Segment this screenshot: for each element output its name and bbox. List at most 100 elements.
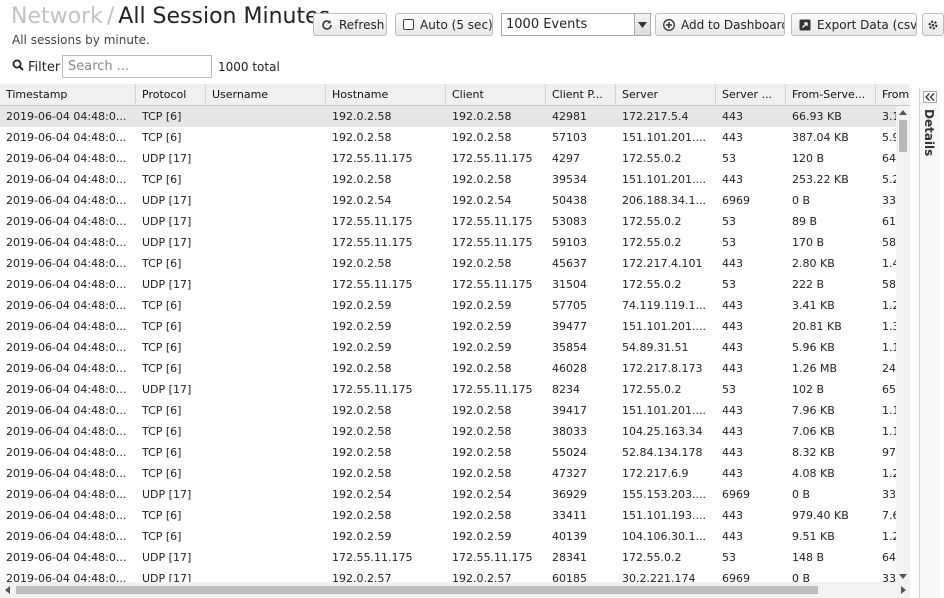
table-row[interactable]: 2019-06-04 04:48:0... UDP [17] 192.0.2.54 1… <box>0 484 910 505</box>
table-row[interactable]: 2019-06-04 04:48:0... UDP [17] 192.0.2.57 1… <box>0 568 910 582</box>
table-row[interactable]: 2019-06-04 04:48:0... UDP [17] 172.55.11.1… <box>0 379 910 400</box>
events-select[interactable]: 1000 Events <box>501 13 651 36</box>
cell-timestamp: 2019-06-04 04:48:0... <box>6 404 127 417</box>
cell-from-server-bytes: 66.93 KB <box>792 110 842 123</box>
table-header: Timestamp Protocol Username Hostname Client C… <box>0 84 910 106</box>
cell-protocol: TCP [6] <box>142 110 182 123</box>
settings-button[interactable] <box>922 13 944 36</box>
cell-from-server-bytes: 2.80 KB <box>792 257 835 270</box>
scroll-left-icon[interactable] <box>0 582 14 598</box>
export-csv-button[interactable]: Export Data (csv) <box>791 13 917 36</box>
column-header-from-server-bytes[interactable]: From-Serve... <box>786 84 876 106</box>
cell-username <box>206 211 326 232</box>
cell-client-port: 42981 <box>552 110 587 123</box>
table-row[interactable]: 2019-06-04 04:48:0... TCP [6] 192.0.2.58 19… <box>0 253 910 274</box>
cell-server: 52.84.134.178 <box>622 446 703 459</box>
column-header-hostname[interactable]: Hostname <box>326 84 446 106</box>
cell-protocol: TCP [6] <box>142 404 182 417</box>
horizontal-scrollbar[interactable] <box>0 582 910 598</box>
table-row[interactable]: 2019-06-04 04:48:0... TCP [6] 192.0.2.58 19… <box>0 400 910 421</box>
details-panel-label[interactable]: Details <box>922 109 936 156</box>
chevron-down-icon[interactable] <box>634 14 650 35</box>
cell-client-port: 50438 <box>552 194 587 207</box>
breadcrumb-network[interactable]: Network <box>11 4 103 29</box>
cell-server-port: 443 <box>722 173 743 186</box>
cell-server: 172.55.0.2 <box>622 236 682 249</box>
cell-protocol: UDP [17] <box>142 152 192 165</box>
cell-hostname: 192.0.2.59 <box>332 341 392 354</box>
double-chevron-left-icon[interactable] <box>923 91 937 103</box>
cell-hostname: 172.55.11.175 <box>332 383 413 396</box>
table-row[interactable]: 2019-06-04 04:48:0... TCP [6] 192.0.2.59 19… <box>0 295 910 316</box>
page-header: Network / All Session Minutes All sessions… <box>0 0 944 52</box>
auto-refresh-toggle[interactable]: Auto (5 sec) <box>395 13 493 36</box>
column-header-username[interactable]: Username <box>206 84 326 106</box>
table-row[interactable]: 2019-06-04 04:48:0... UDP [17] 172.55.11.1… <box>0 211 910 232</box>
column-header-protocol[interactable]: Protocol <box>136 84 206 106</box>
column-header-client-port[interactable]: Client P... <box>546 84 616 106</box>
column-header-from[interactable]: From <box>876 84 910 106</box>
cell-hostname: 172.55.11.175 <box>332 215 413 228</box>
cell-protocol: TCP [6] <box>142 257 182 270</box>
cell-client: 172.55.11.175 <box>452 551 533 564</box>
cell-timestamp: 2019-06-04 04:48:0... <box>6 299 127 312</box>
cell-server: 172.55.0.2 <box>622 551 682 564</box>
cell-from-server-bytes: 0 B <box>792 572 811 582</box>
table-row[interactable]: 2019-06-04 04:48:0... UDP [17] 172.55.11.1… <box>0 232 910 253</box>
table-row[interactable]: 2019-06-04 04:48:0... TCP [6] 192.0.2.59 19… <box>0 337 910 358</box>
vertical-scroll-thumb[interactable] <box>899 120 907 152</box>
horizontal-scroll-thumb[interactable] <box>16 586 818 594</box>
cell-hostname: 192.0.2.58 <box>332 173 392 186</box>
refresh-label: Refresh <box>339 17 385 32</box>
table-row[interactable]: 2019-06-04 04:48:0... UDP [17] 172.55.11.1… <box>0 148 910 169</box>
column-header-server-port[interactable]: Server ... <box>716 84 786 106</box>
cell-hostname: 172.55.11.175 <box>332 152 413 165</box>
cell-client: 192.0.2.58 <box>452 257 512 270</box>
scroll-up-icon[interactable] <box>896 106 910 118</box>
table-row[interactable]: 2019-06-04 04:48:0... TCP [6] 192.0.2.58 19… <box>0 106 910 127</box>
column-header-server[interactable]: Server <box>616 84 716 106</box>
scroll-right-icon[interactable] <box>896 582 910 598</box>
breadcrumb-separator: / <box>106 4 115 29</box>
cell-timestamp: 2019-06-04 04:48:0... <box>6 194 127 207</box>
cell-username <box>206 484 326 505</box>
cell-from-server-bytes: 170 B <box>792 236 825 249</box>
cell-client-port: 53083 <box>552 215 587 228</box>
table-row[interactable]: 2019-06-04 04:48:0... TCP [6] 192.0.2.58 19… <box>0 505 910 526</box>
cell-client-port: 39417 <box>552 404 587 417</box>
vertical-scrollbar[interactable] <box>896 106 910 582</box>
table-row[interactable]: 2019-06-04 04:48:0... TCP [6] 192.0.2.58 19… <box>0 358 910 379</box>
cell-client-port: 4297 <box>552 152 580 165</box>
column-header-client[interactable]: Client <box>446 84 546 106</box>
cell-hostname: 192.0.2.58 <box>332 446 392 459</box>
cell-server-port: 443 <box>722 131 743 144</box>
table-row[interactable]: 2019-06-04 04:48:0... TCP [6] 192.0.2.59 19… <box>0 316 910 337</box>
table-row[interactable]: 2019-06-04 04:48:0... TCP [6] 192.0.2.58 19… <box>0 127 910 148</box>
table-row[interactable]: 2019-06-04 04:48:0... TCP [6] 192.0.2.58 19… <box>0 421 910 442</box>
cell-client: 172.55.11.175 <box>452 215 533 228</box>
table-row[interactable]: 2019-06-04 04:48:0... UDP [17] 192.0.2.54 1… <box>0 190 910 211</box>
table-row[interactable]: 2019-06-04 04:48:0... TCP [6] 192.0.2.58 19… <box>0 463 910 484</box>
cell-protocol: UDP [17] <box>142 278 192 291</box>
cell-server: 151.101.201.... <box>622 404 706 417</box>
cell-client: 172.55.11.175 <box>452 278 533 291</box>
column-header-timestamp[interactable]: Timestamp <box>0 84 136 106</box>
checkbox-icon[interactable] <box>403 19 414 30</box>
export-icon <box>799 19 811 31</box>
cell-protocol: TCP [6] <box>142 173 182 186</box>
cell-username <box>206 169 326 190</box>
scroll-down-icon[interactable] <box>896 570 910 582</box>
table-row[interactable]: 2019-06-04 04:48:0... TCP [6] 192.0.2.59 19… <box>0 526 910 547</box>
table-row[interactable]: 2019-06-04 04:48:0... UDP [17] 172.55.11.1… <box>0 547 910 568</box>
search-input[interactable] <box>62 55 212 78</box>
cell-protocol: TCP [6] <box>142 131 182 144</box>
refresh-button[interactable]: Refresh <box>313 13 387 36</box>
table-row[interactable]: 2019-06-04 04:48:0... TCP [6] 192.0.2.58 19… <box>0 442 910 463</box>
cell-protocol: TCP [6] <box>142 425 182 438</box>
add-to-dashboard-button[interactable]: Add to Dashboard <box>655 13 785 36</box>
cell-client: 192.0.2.59 <box>452 299 512 312</box>
table-row[interactable]: 2019-06-04 04:48:0... TCP [6] 192.0.2.58 19… <box>0 169 910 190</box>
table-row[interactable]: 2019-06-04 04:48:0... UDP [17] 172.55.11.1… <box>0 274 910 295</box>
filter-label: Filter <box>12 59 60 75</box>
cell-username <box>206 232 326 253</box>
